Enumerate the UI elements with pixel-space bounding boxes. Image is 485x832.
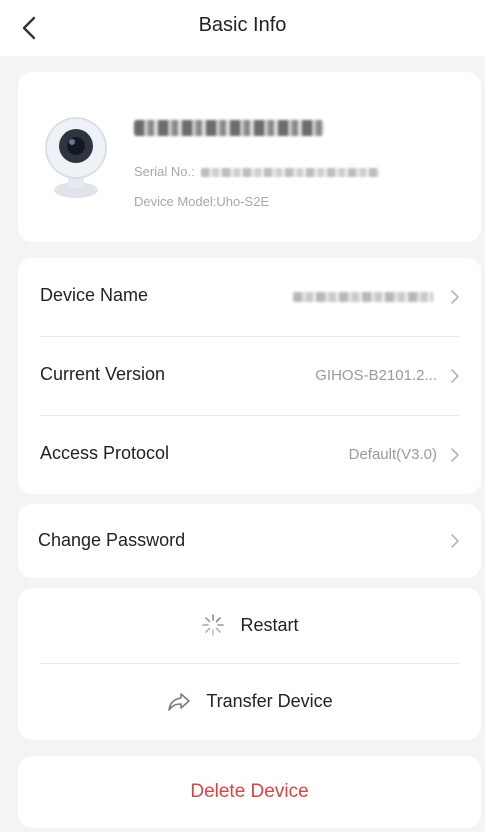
device-name-value-redacted [293, 292, 433, 302]
chevron-right-icon [451, 369, 459, 383]
chevron-right-icon [451, 290, 459, 304]
serial-number: Serial No.: [134, 164, 379, 179]
row-label: Change Password [38, 530, 186, 550]
transfer-label: Transfer Device [206, 690, 333, 711]
device-info-card: Device Name Current Version GIHOS-B2101.… [18, 258, 481, 494]
delete-device-button[interactable]: Delete Device [18, 756, 481, 828]
restart-icon [202, 614, 225, 636]
serial-redacted [200, 168, 379, 178]
row-label: Device Name [40, 285, 149, 305]
device-name-redacted [134, 120, 324, 136]
camera-icon [45, 117, 107, 198]
row-value: GIHOS-B2101.2... [315, 367, 437, 384]
share-arrow-icon [168, 693, 191, 711]
current-version-row[interactable]: Current Version GIHOS-B2101.2... [18, 337, 481, 415]
restart-button[interactable]: Restart [18, 588, 481, 662]
row-label: Access Protocol [40, 443, 170, 463]
device-summary-card: Serial No.: Device Model:Uho-S2E [18, 72, 481, 242]
top-bar: Basic Info [0, 0, 485, 56]
access-protocol-row[interactable]: Access Protocol Default(V3.0) [18, 416, 481, 494]
device-model: Device Model:Uho-S2E [134, 194, 270, 209]
delete-label: Delete Device [190, 781, 309, 802]
row-value: Default(V3.0) [348, 446, 437, 463]
chevron-right-icon [451, 534, 459, 548]
serial-label: Serial No.: [134, 164, 195, 179]
row-label: Current Version [40, 364, 166, 384]
page-title: Basic Info [198, 14, 287, 36]
device-name-row[interactable]: Device Name [18, 258, 481, 336]
transfer-device-button[interactable]: Transfer Device [18, 664, 481, 738]
chevron-right-icon [451, 448, 459, 462]
restart-label: Restart [240, 614, 299, 635]
device-actions-card: Restart Transfer Device [18, 588, 481, 740]
change-password-row[interactable]: Change Password [18, 504, 481, 578]
